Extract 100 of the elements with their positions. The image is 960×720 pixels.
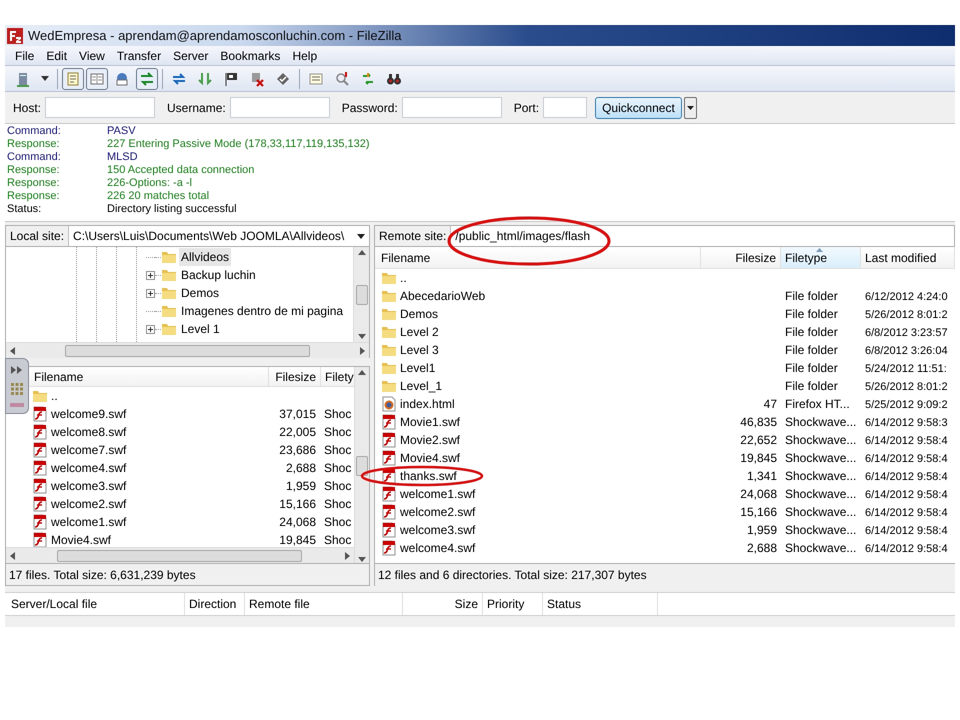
file-name[interactable]: Movie1.swf [400, 413, 460, 431]
floating-gadget-panel[interactable] [5, 358, 29, 414]
file-name[interactable]: welcome2.swf [400, 503, 476, 521]
file-name[interactable]: Level 2 [400, 323, 439, 341]
column-header[interactable]: Size [403, 593, 483, 615]
modified-date: 6/14/2012 9:58:4 [865, 506, 948, 519]
file-name[interactable]: thanks.swf [400, 467, 457, 485]
input-field[interactable] [402, 97, 502, 118]
flash-file-icon [381, 432, 397, 448]
file-type: Shoc [324, 443, 352, 457]
column-header[interactable]: Filename [375, 247, 701, 268]
file-name[interactable]: welcome4.swf [51, 459, 126, 477]
column-header[interactable]: Priority [483, 593, 543, 615]
file-name[interactable]: welcome8.swf [51, 423, 126, 441]
file-name[interactable]: Level 3 [400, 341, 439, 359]
menu-item[interactable]: View [73, 46, 111, 64]
scrollbar-thumb[interactable] [65, 344, 310, 356]
column-header[interactable]: Direction [185, 593, 245, 615]
file-name[interactable]: welcome1.swf [400, 485, 476, 503]
file-name[interactable]: Level_1 [400, 377, 442, 395]
file-type: File folder [785, 289, 838, 303]
tree-item[interactable]: Backup luchin [179, 266, 258, 284]
refresh-icon [171, 70, 187, 86]
menu-item[interactable]: Edit [40, 46, 74, 64]
scrollbar-thumb[interactable] [57, 550, 302, 562]
log-label: Response: [7, 138, 61, 151]
tree-item[interactable]: Allvideos [179, 248, 232, 266]
path-field[interactable]: /public_html/images/flash [450, 226, 954, 246]
web-page-file-icon [381, 396, 397, 412]
column-header[interactable]: Remote file [245, 593, 403, 615]
column-header[interactable]: Server/Local file [5, 593, 185, 615]
expand-box-icon[interactable] [146, 288, 155, 298]
menu-item[interactable]: Server [167, 46, 214, 64]
tree-item[interactable]: Level 1 [179, 320, 222, 338]
dropdown-button[interactable] [684, 96, 697, 118]
horizontal-scrollbar[interactable] [6, 342, 369, 358]
input-field[interactable] [230, 97, 330, 118]
expand-box-icon[interactable] [146, 270, 155, 280]
file-name[interactable]: AbecedarioWeb [400, 287, 486, 305]
file-type: Shockwave... [785, 505, 856, 519]
caret-icon[interactable] [357, 234, 365, 238]
menu-item[interactable]: Transfer [110, 46, 168, 64]
file-name[interactable]: Movie4.swf [51, 531, 112, 547]
file-type: Shockwave... [785, 451, 856, 465]
magnifier-icon [334, 70, 350, 86]
flash-file-icon [381, 468, 397, 484]
column-header[interactable]: Last modified [861, 247, 955, 268]
file-name[interactable]: Movie4.swf [400, 449, 460, 467]
horizontal-scrollbar[interactable] [6, 547, 354, 563]
log-message: 150 Accepted data connection [107, 164, 254, 177]
input-field[interactable] [45, 97, 156, 118]
quickconnect-button[interactable]: Quickconnect [595, 96, 682, 118]
menu-item[interactable]: Bookmarks [214, 46, 286, 64]
tree-item[interactable]: Imagenes dentro de mi pagina [179, 302, 346, 320]
left-arrow-icon[interactable] [10, 552, 15, 560]
file-name[interactable]: welcome2.swf [51, 495, 126, 513]
file-name[interactable]: welcome7.swf [51, 441, 126, 459]
scrollbar-thumb[interactable] [356, 456, 368, 476]
menu-item[interactable]: Help [286, 46, 324, 64]
log-message: Directory listing successful [107, 203, 237, 216]
right-arrow-icon[interactable] [360, 346, 365, 354]
site-label: Remote site: [378, 228, 448, 245]
modified-date: 6/8/2012 3:23:57 [865, 326, 948, 339]
column-header[interactable]: Filesize [268, 367, 320, 386]
menu-item[interactable]: File [9, 46, 40, 64]
vertical-scrollbar[interactable] [354, 367, 369, 563]
modified-date: 5/26/2012 8:01:2 [865, 380, 948, 393]
flash-file-icon [32, 406, 48, 422]
file-name[interactable]: welcome3.swf [51, 477, 126, 495]
down-arrow-icon[interactable] [358, 334, 366, 339]
file-name[interactable]: welcome3.swf [400, 521, 476, 539]
left-arrow-icon[interactable] [10, 346, 15, 354]
file-name[interactable]: Level1 [400, 359, 436, 377]
expand-box-icon[interactable] [146, 324, 155, 334]
double-arrow-icon[interactable] [10, 364, 24, 375]
path-field[interactable]: C:\Users\Luis\Documents\Web JOOMLA\Allvideos\ [68, 226, 369, 246]
up-arrow-icon[interactable] [358, 370, 366, 375]
tree-item[interactable]: Demos [179, 284, 222, 302]
file-name[interactable]: .. [400, 269, 407, 287]
scrollbar-thumb[interactable] [356, 284, 368, 304]
vertical-scrollbar[interactable] [353, 247, 369, 342]
folder-icon [381, 288, 397, 304]
file-name[interactable]: Movie2.swf [400, 431, 460, 449]
file-name[interactable]: .. [51, 387, 58, 405]
down-arrow-icon[interactable] [358, 557, 366, 562]
caret-icon[interactable] [686, 106, 694, 110]
column-header[interactable]: Status [543, 593, 658, 615]
file-size: 24,068 [279, 515, 316, 529]
right-arrow-icon[interactable] [344, 552, 350, 560]
file-name[interactable]: welcome1.swf [51, 513, 126, 531]
column-header[interactable]: Filename [32, 367, 268, 386]
check-icon [275, 70, 291, 86]
up-arrow-icon[interactable] [358, 250, 366, 255]
file-name[interactable]: Demos [400, 305, 438, 323]
file-name[interactable]: index.html [400, 395, 455, 413]
column-header[interactable]: Filetype [781, 247, 861, 268]
input-field[interactable] [543, 97, 588, 118]
file-name[interactable]: welcome9.swf [51, 405, 126, 423]
folder-icon [161, 267, 177, 283]
file-name[interactable]: welcome4.swf [400, 539, 476, 557]
